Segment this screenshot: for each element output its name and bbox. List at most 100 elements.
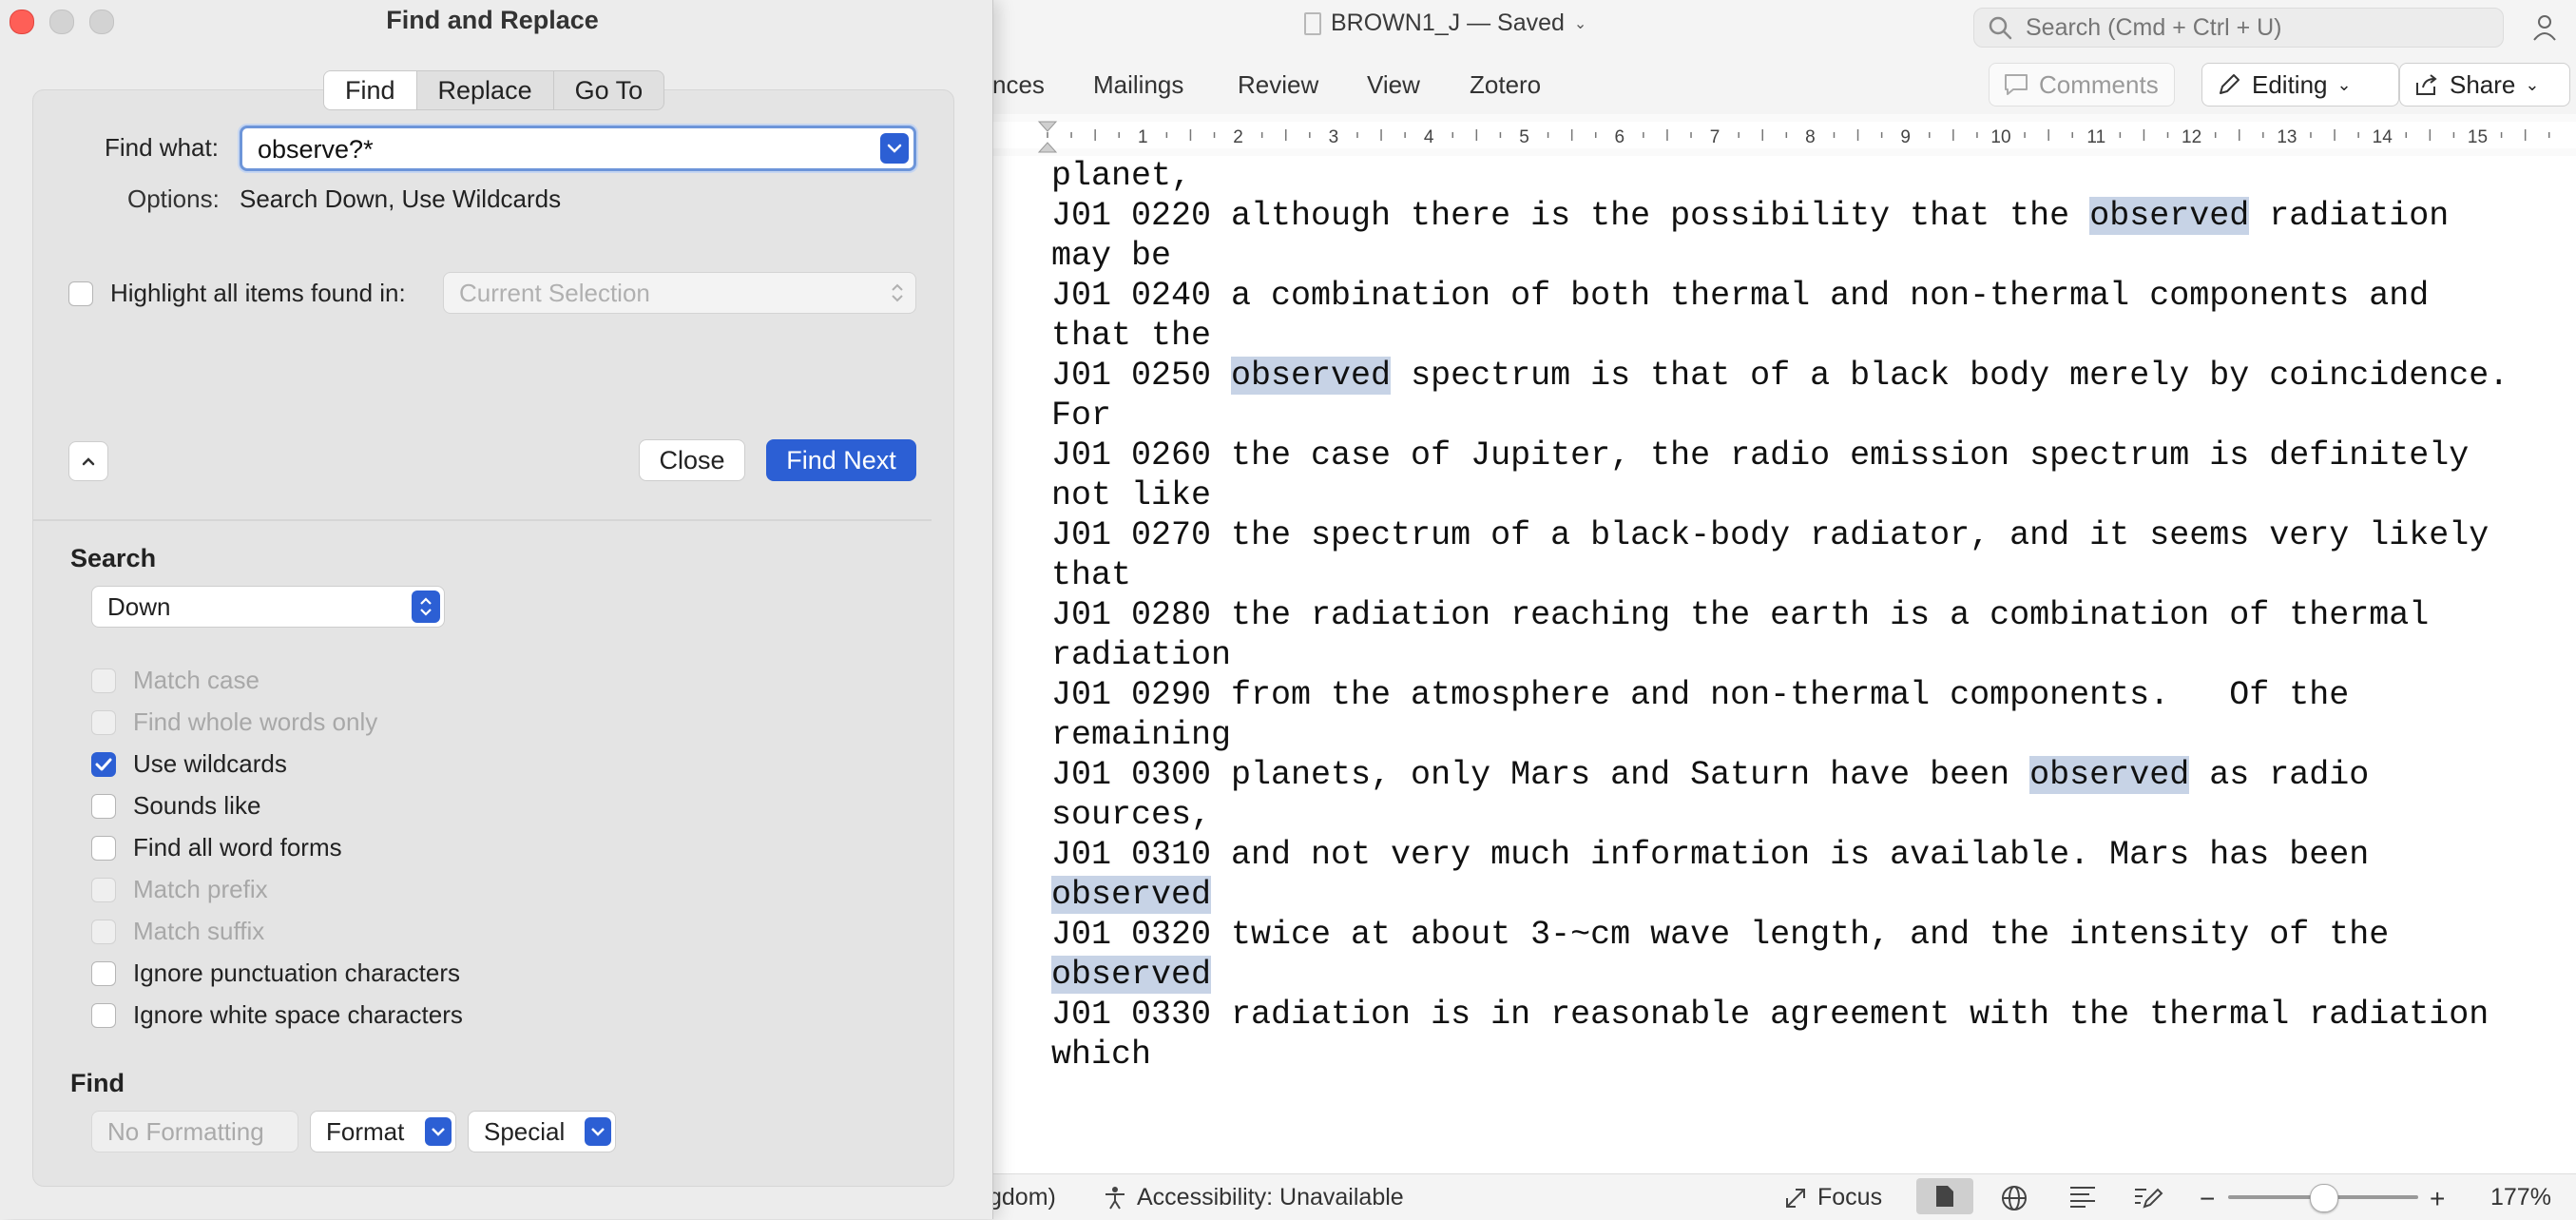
- chevron-down-icon: ⌄: [2525, 74, 2540, 94]
- find-history-dropdown[interactable]: [880, 133, 909, 164]
- document-line[interactable]: not like: [1051, 476, 1211, 514]
- option-checkbox[interactable]: [91, 1002, 116, 1028]
- search-hit-highlight: observed: [1051, 956, 1212, 994]
- focus-button[interactable]: Focus: [1783, 1184, 1882, 1211]
- format-button[interactable]: Format: [310, 1111, 456, 1152]
- option-sounds-like[interactable]: Sounds like: [91, 791, 260, 821]
- ruler-number: 1: [1138, 127, 1148, 147]
- find-what-input[interactable]: [256, 134, 849, 165]
- editing-button[interactable]: Editing ⌄: [2201, 63, 2399, 107]
- option-checkbox: [91, 709, 116, 735]
- find-heading: Find: [70, 1069, 125, 1097]
- accessibility-status[interactable]: Accessibility: Unavailable: [1103, 1184, 1404, 1211]
- document-line[interactable]: that: [1051, 556, 1131, 594]
- document-page[interactable]: planet, J01 0220 although there is the p…: [989, 156, 2576, 1173]
- find-next-button[interactable]: Find Next: [766, 439, 916, 481]
- tab-review[interactable]: Review: [1238, 70, 1318, 100]
- document-line[interactable]: that the: [1051, 317, 1211, 355]
- chevron-down-icon: [887, 144, 902, 153]
- tab-view[interactable]: View: [1367, 70, 1420, 100]
- document-line[interactable]: sources,: [1051, 796, 1211, 834]
- print-layout-button[interactable]: [1916, 1178, 1973, 1214]
- tab-references[interactable]: nces: [992, 70, 1045, 100]
- ruler-number: 11: [2086, 127, 2105, 147]
- document-line[interactable]: J01 0330 radiation is in reasonable agre…: [1051, 996, 2489, 1034]
- option-checkbox[interactable]: [91, 960, 116, 986]
- ruler[interactable]: 1 2 3 4 5 6 7 8 9 10 11 12 13 14 15: [989, 114, 2576, 157]
- language-status[interactable]: gdom): [989, 1184, 1056, 1211]
- highlight-all-checkbox[interactable]: [68, 281, 93, 306]
- accessibility-label: Accessibility: Unavailable: [1137, 1184, 1404, 1210]
- search-direction-select[interactable]: Down: [91, 586, 445, 628]
- collapse-options-button[interactable]: [68, 441, 108, 481]
- tab-find[interactable]: Find: [324, 71, 417, 109]
- zoom-slider-handle[interactable]: [2310, 1184, 2338, 1212]
- document-line[interactable]: J01 0310 and not very much information i…: [1051, 836, 2369, 874]
- document-line[interactable]: J01 0250 observed spectrum is that of a …: [1051, 357, 2509, 395]
- page-icon: [1936, 1186, 1953, 1207]
- document-line[interactable]: planet,: [1051, 157, 1191, 195]
- document-line[interactable]: observed: [1051, 876, 1212, 914]
- option-match-suffix: Match suffix: [91, 917, 264, 946]
- draft-pencil-icon: [2135, 1188, 2163, 1209]
- option-checkbox: [91, 668, 116, 693]
- highlight-all-row[interactable]: Highlight all items found in:: [68, 279, 406, 308]
- option-ignore-white-space-characters[interactable]: Ignore white space characters: [91, 1000, 463, 1030]
- comments-button[interactable]: Comments: [1989, 63, 2175, 107]
- option-ignore-punctuation-characters[interactable]: Ignore punctuation characters: [91, 959, 460, 988]
- search-box[interactable]: [1973, 8, 2504, 48]
- ruler-number: 4: [1424, 127, 1434, 147]
- search-input[interactable]: [2024, 12, 2484, 43]
- option-checkbox[interactable]: [91, 835, 116, 861]
- document-line[interactable]: which: [1051, 1036, 1151, 1074]
- document-text[interactable]: planet, J01 0220 although there is the p…: [1051, 156, 2509, 1075]
- tab-replace[interactable]: Replace: [417, 71, 554, 109]
- highlight-scope-select: Current Selection: [443, 272, 916, 314]
- web-layout-button[interactable]: [2000, 1184, 2028, 1212]
- document-line[interactable]: J01 0280 the radiation reaching the eart…: [1051, 596, 2429, 634]
- document-line[interactable]: J01 0220 although there is the possibili…: [1051, 197, 2449, 235]
- tab-go-to[interactable]: Go To: [554, 71, 664, 109]
- document-line[interactable]: J01 0320 twice at about 3-~cm wave lengt…: [1051, 916, 2389, 954]
- document-line[interactable]: J01 0270 the spectrum of a black-body ra…: [1051, 516, 2489, 554]
- option-label: Ignore punctuation characters: [133, 959, 460, 987]
- share-label: Share: [2450, 69, 2516, 99]
- close-button[interactable]: Close: [639, 439, 745, 481]
- tab-mailings[interactable]: Mailings: [1093, 70, 1183, 100]
- option-checkbox[interactable]: [91, 751, 116, 777]
- option-label: Match prefix: [133, 875, 268, 903]
- document-line[interactable]: observed: [1051, 956, 1212, 994]
- document-line[interactable]: J01 0260 the case of Jupiter, the radio …: [1051, 436, 2469, 474]
- zoom-out-button[interactable]: −: [2200, 1184, 2215, 1214]
- document-line[interactable]: remaining: [1051, 716, 1231, 754]
- ruler-track: [989, 122, 2576, 148]
- document-line[interactable]: radiation: [1051, 636, 1231, 674]
- document-line[interactable]: J01 0300 planets, only Mars and Saturn h…: [1051, 756, 2369, 794]
- ruler-number: 15: [2468, 127, 2488, 147]
- pencil-icon: [2220, 74, 2240, 94]
- document-title[interactable]: BROWN1_J — Saved ⌄: [1304, 10, 1586, 37]
- focus-icon: [1786, 1188, 1805, 1208]
- ruler-number: 3: [1329, 127, 1339, 147]
- document-line[interactable]: J01 0240 a combination of both thermal a…: [1051, 277, 2429, 315]
- zoom-in-button[interactable]: +: [2430, 1184, 2445, 1214]
- option-find-all-word-forms[interactable]: Find all word forms: [91, 833, 342, 862]
- tab-zotero[interactable]: Zotero: [1470, 70, 1541, 100]
- share-icon: [2416, 74, 2437, 95]
- people-icon[interactable]: [2528, 11, 2561, 44]
- format-label: Format: [326, 1116, 405, 1146]
- option-label: Match suffix: [133, 917, 265, 945]
- draft-button[interactable]: [2133, 1184, 2163, 1210]
- zoom-percent[interactable]: 177%: [2490, 1184, 2551, 1211]
- document-line[interactable]: For: [1051, 397, 1111, 435]
- document-line[interactable]: J01 0290 from the atmosphere and non-the…: [1051, 676, 2349, 714]
- option-use-wildcards[interactable]: Use wildcards: [91, 749, 287, 779]
- share-button[interactable]: Share ⌄: [2399, 63, 2570, 107]
- option-checkbox[interactable]: [91, 793, 116, 819]
- document-line[interactable]: may be: [1051, 237, 1171, 275]
- chevron-down-icon: [585, 1117, 611, 1146]
- option-label: Find all word forms: [133, 833, 342, 862]
- outline-button[interactable]: [2068, 1184, 2097, 1209]
- find-what-field[interactable]: [240, 126, 916, 171]
- special-button[interactable]: Special: [468, 1111, 616, 1152]
